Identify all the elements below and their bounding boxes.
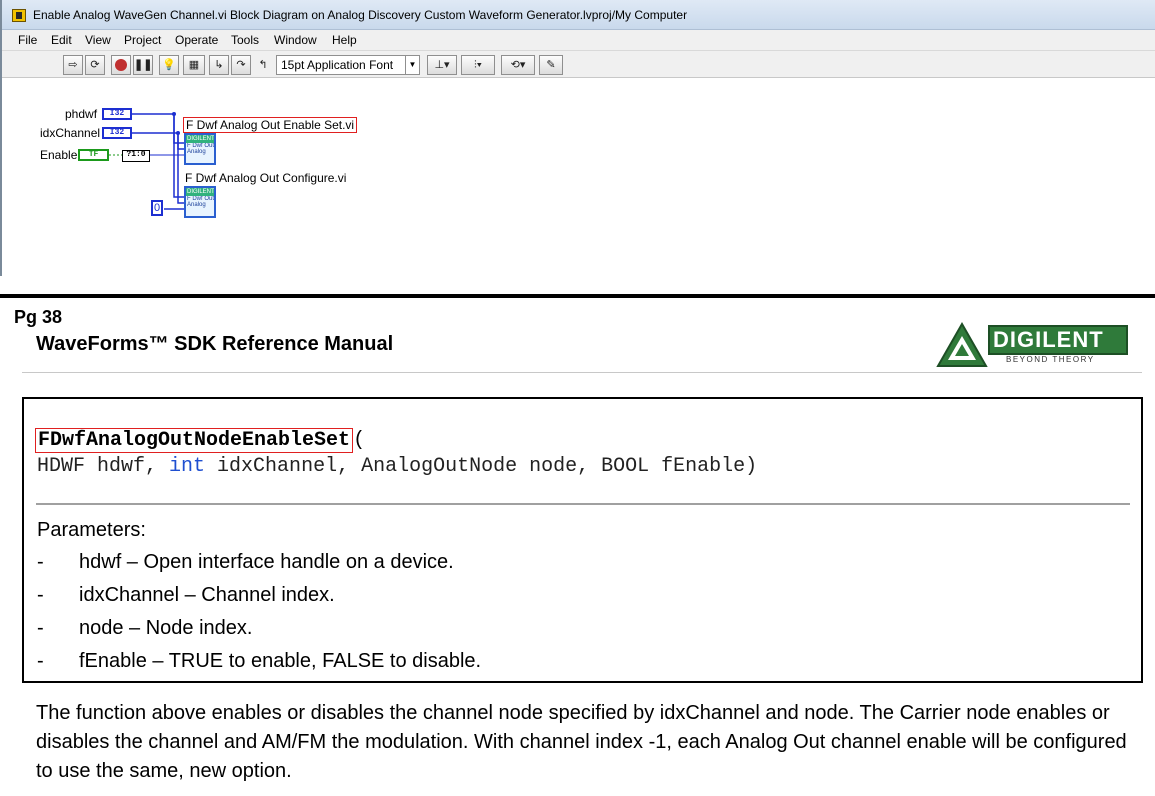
- bullet-dash: -: [37, 650, 44, 672]
- pause-icon[interactable]: ❚❚: [133, 55, 153, 75]
- phdwf-label: phdwf: [65, 107, 98, 121]
- param-item: - idxChannel – Channel index.: [37, 584, 335, 607]
- menu-window[interactable]: Window: [274, 33, 317, 47]
- font-select-value: 15pt Application Font: [281, 58, 394, 72]
- toolbar: ⇨ ⟳ ❚❚ 💡 ▦ ↳ ↷ ↰ 15pt Application Font ▼…: [2, 51, 1155, 78]
- menu-operate[interactable]: Operate: [175, 33, 218, 47]
- param-text: idxChannel – Channel index.: [79, 584, 335, 606]
- subvi-icon-body: F Dwf Out Analog: [186, 196, 214, 216]
- subvi-icon-body: F Dwf Out Analog: [186, 143, 214, 163]
- step-into-icon[interactable]: ↳: [209, 55, 229, 75]
- function-name: FDwfAnalogOutNodeEnableSet: [35, 428, 354, 453]
- abort-icon[interactable]: [111, 55, 131, 75]
- cleanup-diagram-icon[interactable]: ✎: [539, 55, 563, 75]
- idxchannel-label: idxChannel: [40, 126, 101, 140]
- enable-set-subvi[interactable]: DIGILENT F Dwf Out Analog: [184, 133, 216, 165]
- align-objects-icon[interactable]: ⊥▾: [427, 55, 457, 75]
- divider: [0, 294, 1155, 298]
- window-title: Enable Analog WaveGen Channel.vi Block D…: [33, 8, 688, 22]
- param-item: - fEnable – TRUE to enable, FALSE to disa…: [37, 650, 481, 673]
- bullet-dash: -: [37, 551, 44, 573]
- subvi-icon-header: DIGILENT: [186, 135, 214, 143]
- reorder-icon[interactable]: ⟲▾: [501, 55, 535, 75]
- sig-suffix: idxChannel, AnalogOutNode node, BOOL fEn…: [205, 455, 758, 478]
- step-over-icon[interactable]: ↷: [231, 55, 251, 75]
- font-select[interactable]: 15pt Application Font ▼: [276, 55, 420, 75]
- signature-line-1: FDwfAnalogOutNodeEnableSet(: [35, 428, 366, 453]
- menu-view[interactable]: View: [85, 33, 111, 47]
- open-paren: (: [353, 429, 366, 452]
- step-out-icon[interactable]: ↰: [253, 55, 273, 75]
- subvi-icon-header: DIGILENT: [186, 188, 214, 196]
- param-text: hdwf – Open interface handle on a device…: [79, 551, 454, 573]
- logo-tagline: BEYOND THEORY: [1006, 355, 1095, 364]
- digilent-triangle-icon: [936, 322, 988, 367]
- bullet-dash: -: [37, 584, 44, 606]
- menu-tools[interactable]: Tools: [231, 33, 259, 47]
- run-arrow-icon[interactable]: ⇨: [63, 55, 83, 75]
- sig-prefix: HDWF hdwf,: [37, 455, 170, 478]
- signature-line-2: HDWF hdwf, int idxChannel, AnalogOutNode…: [37, 455, 757, 478]
- signature-rule: [36, 503, 1130, 505]
- menu-file[interactable]: File: [18, 33, 37, 47]
- configure-subvi[interactable]: DIGILENT F Dwf Out Analog: [184, 186, 216, 218]
- labview-app-icon: [12, 9, 26, 22]
- idxchannel-control-terminal[interactable]: I32: [102, 127, 132, 139]
- wires: [109, 112, 184, 210]
- chevron-down-icon: ▼: [405, 56, 419, 74]
- param-item: - node – Node index.: [37, 617, 252, 640]
- description-paragraph: The function above enables or disables t…: [36, 702, 1127, 782]
- menu-edit[interactable]: Edit: [51, 33, 72, 47]
- menu-help[interactable]: Help: [332, 33, 357, 47]
- title-bar[interactable]: Enable Analog WaveGen Channel.vi Block D…: [2, 0, 1155, 30]
- block-diagram[interactable]: phdwf I32 idxChannel I32 Enable TF ?1:0 …: [2, 79, 1155, 276]
- enable-control-terminal[interactable]: TF: [78, 149, 109, 161]
- retain-wire-values-icon[interactable]: ▦: [183, 55, 205, 75]
- configure-subvi-label: F Dwf Analog Out Configure.vi: [185, 171, 347, 185]
- page-number: Pg 38: [14, 307, 63, 327]
- highlight-execution-icon[interactable]: 💡: [159, 55, 179, 75]
- distribute-objects-icon[interactable]: ⫶▾: [461, 55, 495, 75]
- enable-label: Enable: [40, 148, 78, 162]
- run-continuous-icon[interactable]: ⟳: [85, 55, 105, 75]
- param-text: fEnable – TRUE to enable, FALSE to disab…: [79, 650, 482, 672]
- menu-project[interactable]: Project: [124, 33, 161, 47]
- enable-set-subvi-label: F Dwf Analog Out Enable Set.vi: [183, 117, 358, 133]
- bool-to-int-function[interactable]: ?1:0: [122, 150, 150, 162]
- numeric-constant[interactable]: 0: [151, 200, 163, 216]
- logo-wordmark: DIGILENT: [988, 325, 1128, 355]
- labview-window: Enable Analog WaveGen Channel.vi Block D…: [0, 0, 1155, 276]
- function-box: FDwfAnalogOutNodeEnableSet( HDWF hdwf, i…: [22, 397, 1143, 683]
- param-text: node – Node index.: [79, 617, 253, 639]
- bullet-dash: -: [37, 617, 44, 639]
- digilent-logo: DIGILENT BEYOND THEORY: [936, 322, 1131, 368]
- sig-int-keyword: int: [169, 455, 206, 478]
- parameters-heading: Parameters:: [37, 519, 146, 541]
- menu-bar: File Edit View Project Operate Tools Win…: [2, 30, 1155, 51]
- phdwf-control-terminal[interactable]: I32: [102, 108, 132, 120]
- param-item: - hdwf – Open interface handle on a devic…: [37, 551, 454, 574]
- manual-title: WaveForms™ SDK Reference Manual: [36, 333, 394, 355]
- header-rule: [22, 372, 1142, 373]
